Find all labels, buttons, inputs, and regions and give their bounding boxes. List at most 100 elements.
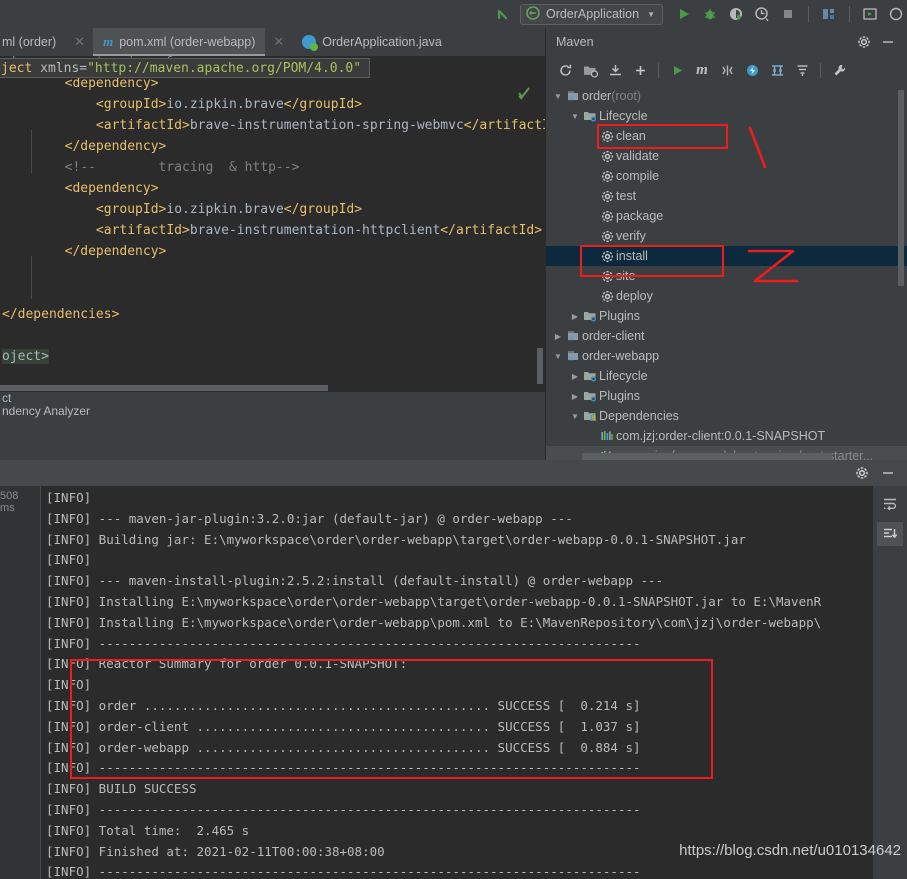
maven-vertical-scrollbar[interactable] (898, 90, 904, 286)
maven-tree-row[interactable]: compile (546, 166, 907, 186)
code-token: </artifactId> (440, 223, 543, 238)
chevron-down-icon[interactable]: ▼ (552, 352, 564, 361)
maven-tree-row-label: order (582, 89, 612, 103)
run-with-coverage-button[interactable] (725, 3, 747, 25)
maven-tree-row[interactable]: validate (546, 146, 907, 166)
settings-icon[interactable] (885, 3, 907, 25)
maven-tree-row[interactable]: site (546, 266, 907, 286)
collapse-all-icon[interactable] (791, 59, 813, 81)
chevron-right-icon[interactable]: ▶ (569, 372, 581, 381)
maven-tree-row[interactable]: ▼ m order (root) (546, 86, 907, 106)
code-token: </dependency> (2, 244, 167, 259)
module-icon[interactable] (818, 3, 840, 25)
console-log-text: [INFO] [INFO] --- maven-jar-plugin:3.2.0:… (46, 488, 886, 879)
code-token: <dependency> (2, 76, 159, 91)
code-token: </groupId> (283, 202, 363, 217)
tab-label: pom.xml (order-webapp) (119, 35, 256, 49)
wrench-icon[interactable] (828, 59, 850, 81)
tab-pom-xml-order[interactable]: ml (order) (0, 28, 66, 56)
console-line: [INFO] --- maven-jar-plugin:3.2.0:jar (d… (46, 510, 573, 526)
breadcrumb: ject xmlns="http://maven.apache.org/POM/… (0, 58, 371, 78)
code-line: <groupId>io.zipkin.brave</groupId> (0, 199, 545, 220)
dependencies-diagram-icon[interactable] (766, 59, 788, 81)
download-icon[interactable] (604, 59, 626, 81)
debug-button[interactable] (699, 3, 721, 25)
svg-text:m: m (569, 337, 574, 343)
run-button[interactable] (673, 3, 695, 25)
scroll-to-end-button[interactable] (877, 522, 903, 546)
chevron-right-icon[interactable]: ▶ (569, 312, 581, 321)
maven-tree-row[interactable]: ▶ Plugins (546, 386, 907, 406)
code-line: </dependencies> (0, 304, 545, 325)
maven-m-icon[interactable]: m (691, 59, 713, 81)
play-icon[interactable] (666, 59, 688, 81)
tab-pom-xml-order-webapp[interactable]: m pom.xml (order-webapp) (93, 28, 266, 56)
maven-tree-row-label: Dependencies (599, 409, 679, 423)
maven-tree-row[interactable]: ▶ Plugins (546, 306, 907, 326)
back-arrow-icon[interactable] (494, 5, 512, 23)
tab-close-order[interactable]: ✕ (66, 28, 93, 56)
chevron-down-icon[interactable]: ▼ (552, 92, 564, 101)
maven-console-output[interactable]: 508 ms [INFO] [INFO] --- maven-jar-plugin… (0, 486, 907, 879)
elapsed-time-label: 508 ms (0, 490, 19, 514)
code-token: <!-- tracing & http--> (2, 160, 300, 175)
scrollbar-thumb[interactable] (0, 385, 328, 391)
chevron-down-icon[interactable]: ▼ (647, 10, 655, 19)
tab-label: OrderApplication.java (322, 35, 442, 49)
editor-status-line-2[interactable]: ndency Analyzer (0, 405, 545, 418)
chevron-down-icon[interactable]: ▼ (569, 412, 581, 421)
gear-icon[interactable] (855, 33, 873, 51)
maven-tree-row[interactable]: verify (546, 226, 907, 246)
console-side-toolbar (873, 486, 907, 879)
maven-projects-tree[interactable]: ▼ m order (root) ▼ Lifecycle clean validate com… (545, 84, 907, 460)
maven-tree-row[interactable]: clean (546, 126, 907, 146)
code-token: <dependency> (2, 181, 159, 196)
maven-tree-row-label: Plugins (599, 309, 640, 323)
soft-wrap-button[interactable] (877, 492, 903, 516)
maven-tree-row[interactable]: com.jzj:order-client:0.0.1-SNAPSHOT (546, 426, 907, 446)
gear-icon[interactable] (853, 464, 871, 482)
maven-tree-row[interactable]: install (546, 246, 907, 266)
maven-tree-row[interactable]: ▼ Lifecycle (546, 106, 907, 126)
minimize-icon[interactable] (879, 464, 897, 482)
refresh-icon[interactable] (554, 59, 576, 81)
maven-tree-row[interactable]: package (546, 206, 907, 226)
maven-tree-row-label: order-client (582, 329, 645, 343)
code-token: </dependencies> (2, 307, 120, 322)
chevron-right-icon[interactable]: ▶ (552, 332, 564, 341)
maven-tree-row-suffix: (root) (611, 89, 642, 103)
stop-button[interactable] (777, 3, 799, 25)
tab-close-order-webapp[interactable]: ✕ (265, 28, 292, 56)
editor-horizontal-scrollbar[interactable] (0, 384, 545, 392)
lifecycle-folder-icon (581, 369, 599, 383)
maven-tree-row[interactable]: ▶ Lifecycle (546, 366, 907, 386)
tab-order-application-java[interactable]: OrderApplication.java (292, 28, 452, 56)
plus-icon[interactable] (629, 59, 651, 81)
run-configuration-selector[interactable]: OrderApplication ▼ (519, 3, 663, 25)
maven-tree-row[interactable]: ▶ m order-client (546, 326, 907, 346)
code-line: <artifactId>brave-instrumentation-spring… (0, 115, 545, 136)
terminal-icon[interactable] (859, 3, 881, 25)
skip-tests-icon[interactable] (716, 59, 738, 81)
goal-gear-icon (598, 230, 616, 243)
maven-tree-row[interactable]: test (546, 186, 907, 206)
offline-icon[interactable] (741, 59, 763, 81)
maven-tree-row[interactable]: ▼ m order-webapp (546, 346, 907, 366)
minimize-icon[interactable] (879, 33, 897, 51)
generate-folder-icon[interactable] (579, 59, 601, 81)
code-token: </groupId> (283, 97, 363, 112)
console-line: [INFO] Reactor Summary for order 0.0.1-S… (46, 656, 408, 672)
spring-boot-class-icon (302, 35, 319, 51)
maven-tree-row[interactable]: ▼ Dependencies (546, 406, 907, 426)
dependencies-folder-icon (581, 409, 599, 423)
code-editor[interactable]: ject xmlns="http://maven.apache.org/POM/… (0, 56, 545, 418)
maven-horizontal-scrollbar[interactable] (582, 453, 832, 460)
console-gutter: 508 ms (0, 486, 40, 879)
chevron-right-icon[interactable]: ▶ (569, 392, 581, 401)
chevron-down-icon[interactable]: ▼ (569, 112, 581, 121)
maven-tree-row[interactable]: deploy (546, 286, 907, 306)
code-line: <!-- tracing & http--> (0, 157, 545, 178)
breadcrumb-value: "http://maven.apache.org/POM/4.0.0" (87, 61, 362, 76)
profile-button[interactable] (751, 3, 773, 25)
